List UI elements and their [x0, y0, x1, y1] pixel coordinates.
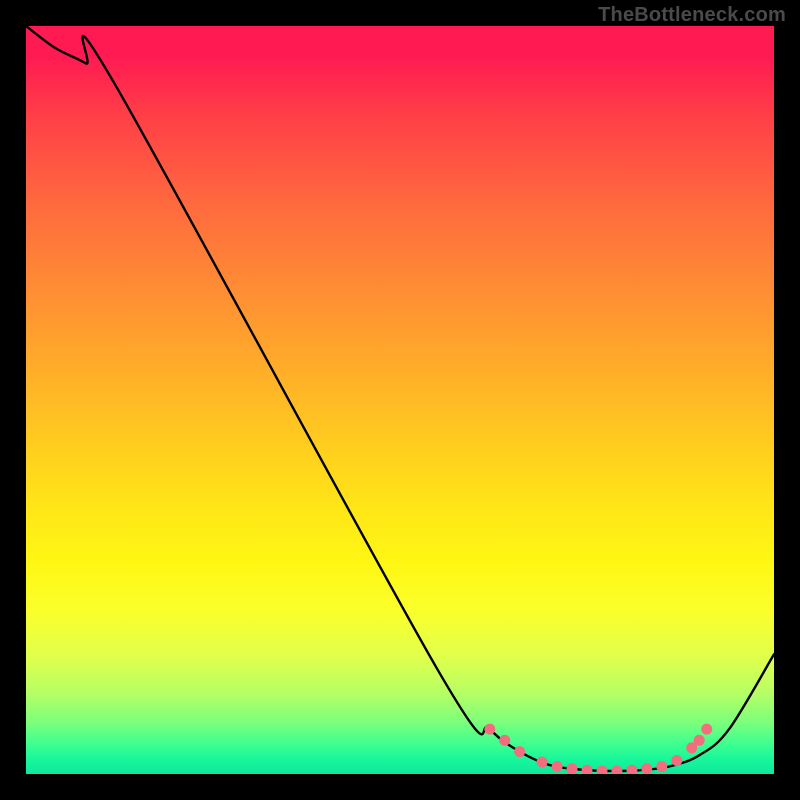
curve-layer: [26, 26, 774, 774]
marker-dot: [552, 761, 563, 772]
marker-dot: [499, 735, 510, 746]
marker-dots: [484, 724, 712, 774]
marker-dot: [611, 766, 622, 775]
marker-dot: [514, 746, 525, 757]
marker-dot: [701, 724, 712, 735]
marker-dot: [671, 755, 682, 766]
marker-dot: [694, 735, 705, 746]
plot-area: [26, 26, 774, 774]
marker-dot: [626, 765, 637, 774]
marker-dot: [567, 763, 578, 774]
bottleneck-curve: [26, 26, 774, 771]
marker-dot: [537, 757, 548, 768]
marker-dot: [656, 761, 667, 772]
marker-dot: [641, 763, 652, 774]
marker-dot: [582, 765, 593, 774]
chart-stage: TheBottleneck.com: [0, 0, 800, 800]
marker-dot: [484, 724, 495, 735]
watermark-text: TheBottleneck.com: [598, 4, 786, 27]
marker-dot: [597, 766, 608, 775]
